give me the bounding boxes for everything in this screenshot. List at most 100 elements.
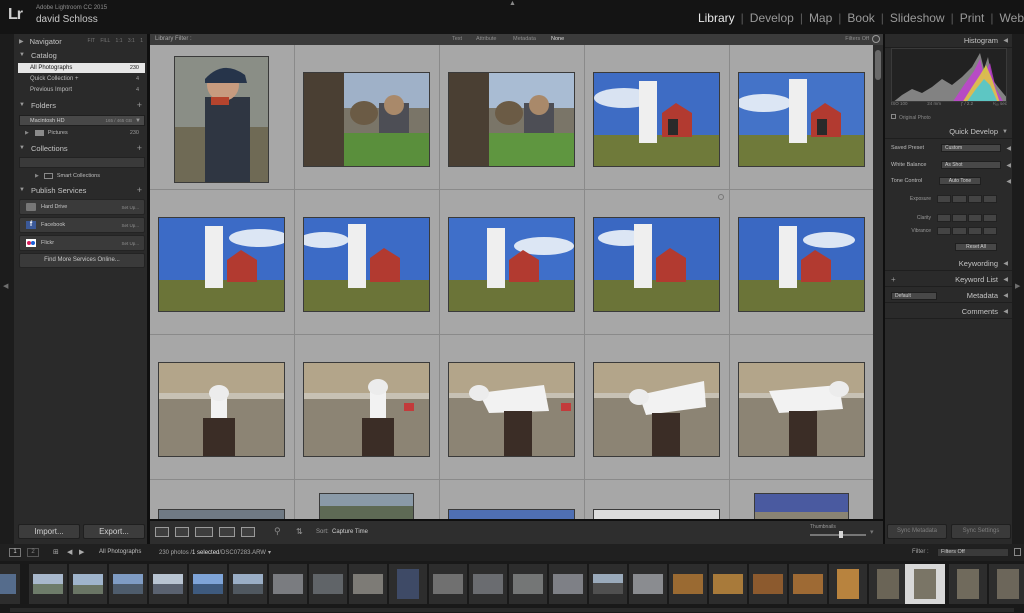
vibrance-stepper[interactable] — [937, 227, 997, 235]
grid-icon[interactable]: ⊞ — [53, 548, 59, 556]
service-setup-button[interactable]: Set Up... — [121, 205, 139, 210]
navigator-zoom-modes[interactable]: FIT FILL 1:1 3:1 1 — [88, 38, 143, 44]
photo-thumbnail[interactable] — [593, 362, 720, 457]
filmstrip-thumbnail[interactable] — [753, 574, 783, 594]
expand-arrow-icon[interactable]: ◀ — [1006, 162, 1011, 169]
sync-metadata-button[interactable]: Sync Metadata — [887, 524, 947, 539]
service-setup-button[interactable]: Set Up... — [121, 241, 139, 246]
dropdown-arrow-icon[interactable]: ▾ — [268, 550, 271, 556]
filmstrip-thumbnail[interactable] — [997, 569, 1019, 599]
add-keyword-icon[interactable]: + — [891, 275, 896, 284]
collection-filter-input[interactable] — [19, 157, 145, 168]
spray-can-icon[interactable]: ⚲ — [274, 526, 281, 537]
add-publish-service-icon[interactable]: + — [137, 185, 142, 195]
filmstrip-cell[interactable] — [0, 564, 20, 604]
grid-scroll-thumb[interactable] — [875, 50, 881, 80]
left-panel-edge[interactable]: ◀ — [0, 34, 14, 544]
original-photo-checkbox[interactable] — [891, 114, 896, 119]
photo-thumbnail[interactable] — [448, 72, 575, 167]
filmstrip-scrollbar[interactable] — [10, 608, 1014, 612]
photo-thumbnail[interactable] — [754, 493, 849, 519]
auto-tone-button[interactable]: Auto Tone — [939, 177, 981, 185]
grid-cell[interactable] — [440, 45, 585, 190]
collapse-left-arrow-icon[interactable]: ◀ — [3, 282, 8, 290]
photo-thumbnail[interactable] — [448, 509, 575, 519]
expand-triangle-icon[interactable]: ▶ — [35, 173, 39, 179]
expand-triangle-icon[interactable]: ▶ — [25, 130, 29, 136]
keyword-list-header[interactable]: + Keyword List ◀ — [885, 273, 1012, 287]
photo-thumbnail[interactable] — [448, 362, 575, 457]
publish-services-header[interactable]: ▼ Publish Services + — [14, 183, 147, 197]
grid-cell[interactable] — [295, 335, 440, 480]
filmstrip-cell[interactable] — [669, 564, 707, 604]
thumbnail-size-slider[interactable] — [810, 531, 866, 538]
filmstrip-thumbnail[interactable] — [0, 574, 16, 594]
filmstrip-thumbnail[interactable] — [793, 574, 823, 594]
filter-lock-icon[interactable] — [872, 35, 880, 43]
photo-thumbnail[interactable] — [738, 217, 865, 312]
module-library[interactable]: Library — [692, 11, 741, 25]
filmstrip-cell-selected[interactable] — [905, 564, 945, 604]
sort-select[interactable]: Capture Time — [332, 529, 368, 535]
filmstrip-thumbnail[interactable] — [593, 574, 623, 594]
filmstrip-cell[interactable] — [389, 564, 427, 604]
dropdown-arrow-icon[interactable]: ▼ — [135, 118, 141, 124]
histogram-header[interactable]: Histogram ◀ — [885, 34, 1012, 48]
filmstrip-thumbnail[interactable] — [353, 574, 383, 594]
filter-text[interactable]: Text — [452, 36, 462, 42]
module-web[interactable]: Web — [994, 11, 1024, 25]
catalog-item-previous-import[interactable]: Previous Import 4 — [18, 85, 145, 95]
keywording-header[interactable]: Keywording ◀ — [885, 257, 1012, 271]
photo-thumbnail[interactable] — [303, 72, 430, 167]
survey-view-icon[interactable] — [219, 527, 235, 537]
catalog-item-quick-collection[interactable]: Quick Collection + 4 — [18, 74, 145, 84]
photo-thumbnail[interactable] — [593, 72, 720, 167]
metadata-header[interactable]: Default Metadata ◀ — [885, 289, 1012, 303]
filmstrip-thumbnail[interactable] — [633, 574, 663, 594]
people-view-icon[interactable] — [241, 527, 255, 537]
import-button[interactable]: Import... — [18, 524, 80, 539]
filmstrip-thumbnail[interactable] — [33, 574, 63, 594]
photo-thumbnail[interactable] — [738, 362, 865, 457]
module-print[interactable]: Print — [954, 11, 991, 25]
filmstrip-thumbnail[interactable] — [433, 574, 463, 594]
photo-thumbnail[interactable] — [158, 509, 285, 519]
publish-hard-drive[interactable]: Hard Drive Set Up... — [19, 199, 145, 215]
photo-thumbnail[interactable] — [448, 217, 575, 312]
add-folder-icon[interactable]: + — [137, 100, 142, 110]
module-map[interactable]: Map — [803, 11, 838, 25]
toolbar-menu-arrow-icon[interactable]: ▾ — [870, 528, 874, 536]
filmstrip-cell[interactable] — [149, 564, 187, 604]
second-window-button[interactable]: 2 — [27, 548, 39, 557]
grid-cell[interactable] — [730, 335, 873, 480]
filmstrip-thumbnail[interactable] — [273, 574, 303, 594]
navigator-header[interactable]: ▶ Navigator FIT FILL 1:1 3:1 1 — [14, 34, 147, 48]
grid-cell[interactable] — [440, 190, 585, 335]
white-balance-select[interactable]: As Shot — [941, 161, 1001, 169]
sync-settings-button[interactable]: Sync Settings — [951, 524, 1011, 539]
filmstrip-cell[interactable] — [349, 564, 387, 604]
histogram-chart[interactable] — [891, 48, 1007, 102]
grid-cell[interactable] — [730, 190, 873, 335]
filmstrip-thumbnail[interactable] — [473, 574, 503, 594]
filmstrip-cell[interactable] — [509, 564, 547, 604]
filmstrip-source[interactable]: All Photographs — [99, 549, 141, 555]
publish-flickr[interactable]: Flickr Set Up... — [19, 235, 145, 251]
filter-lock-icon[interactable] — [1014, 548, 1021, 556]
photo-thumbnail[interactable] — [174, 56, 269, 183]
photo-thumbnail[interactable] — [158, 217, 285, 312]
filmstrip-thumbnail[interactable] — [397, 569, 419, 599]
filmstrip-cell[interactable] — [429, 564, 467, 604]
filmstrip-cell[interactable] — [789, 564, 827, 604]
saved-preset-select[interactable]: Custom — [941, 144, 1001, 152]
filmstrip-cell[interactable] — [749, 564, 787, 604]
filmstrip-thumbnail[interactable] — [713, 574, 743, 594]
compare-view-icon[interactable] — [195, 527, 213, 537]
filmstrip-cell[interactable] — [949, 564, 987, 604]
photo-thumbnail[interactable] — [319, 493, 414, 519]
forward-arrow-icon[interactable]: ▶ — [79, 548, 84, 556]
grid-cell[interactable] — [295, 190, 440, 335]
filmstrip-cell[interactable] — [629, 564, 667, 604]
filmstrip-cell[interactable] — [989, 564, 1024, 604]
grid-cell[interactable] — [150, 45, 295, 190]
